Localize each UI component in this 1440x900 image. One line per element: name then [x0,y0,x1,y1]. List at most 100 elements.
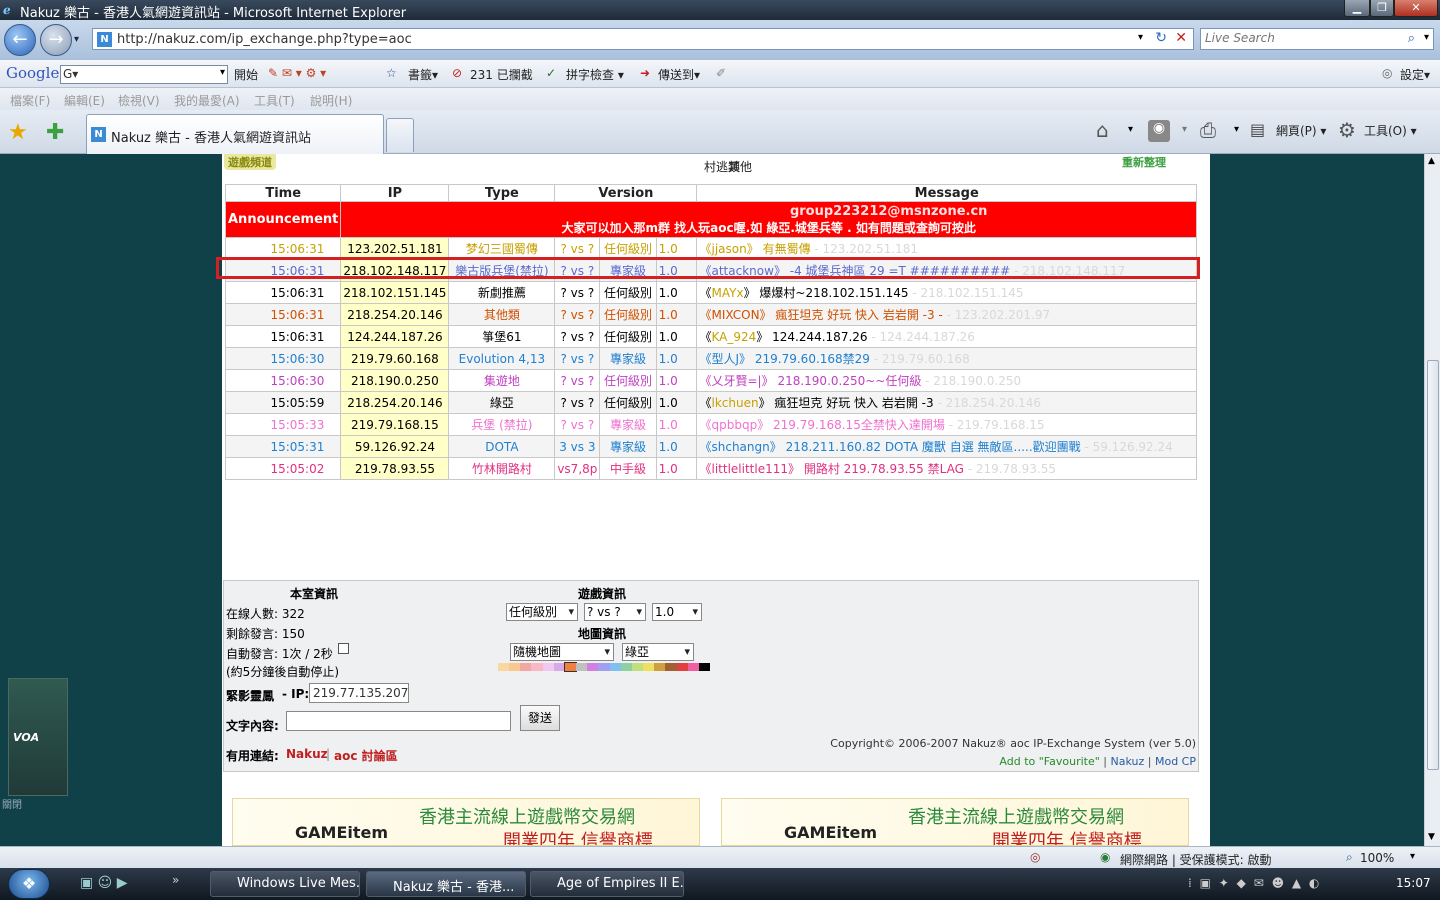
row-user[interactable]: MAYx [712,286,744,300]
page-menu-button[interactable]: 網頁(P) ▾ [1276,122,1326,139]
row-message[interactable]: 《MIXCON》 瘋狂坦克 好玩 快入 岩岩開 -3 - - 123.202.2… [696,303,1197,326]
palette-swatch[interactable] [609,663,621,671]
task-ie-nakuz[interactable]: Nakuz 樂古 - 香港... [366,871,526,897]
palette-swatch[interactable] [520,663,532,671]
row-message[interactable]: 《KA_924》 124.244.187.26 - 124.244.187.26 [696,325,1197,348]
scroll-thumb[interactable] [1427,360,1439,770]
menu-favorites[interactable]: 我的最愛(A) [174,92,240,109]
start-button[interactable]: ❖ [8,869,50,899]
palette-swatch[interactable] [587,663,599,671]
menu-view[interactable]: 檢視(V) [118,92,160,109]
message-input[interactable] [286,711,511,731]
row-user[interactable]: 乂牙賢=| [712,374,762,388]
palette-swatch[interactable] [665,663,677,671]
menu-edit[interactable]: 編輯(E) [64,92,105,109]
home-dropdown-icon[interactable]: ▾ [1128,124,1133,135]
table-row[interactable]: 15:05:33 219.79.168.15 兵堡 (禁拉)? vs ? 專家級 1.0… [224,413,1197,436]
side-ad-close[interactable]: 關閉 [2,796,22,811]
back-button[interactable]: ← [4,24,36,56]
refresh-icon[interactable]: ↻ [1155,30,1167,46]
history-dropdown-icon[interactable]: ▾ [74,34,79,45]
palette-swatch[interactable] [598,663,610,671]
google-search-field[interactable]: G▾ ▾ [60,65,228,84]
row-user[interactable]: KA_924 [712,330,757,344]
close-button[interactable]: ✕ [1394,0,1438,17]
table-row[interactable]: 15:06:31 218.254.20.146 其他類? vs ? 任何級別 1.0 《M… [224,303,1197,326]
category-other[interactable]: 其他 [728,158,752,175]
scroll-down-icon[interactable]: ▼ [1428,832,1435,842]
new-tab-button[interactable] [386,118,414,152]
palette-swatch[interactable] [687,663,699,671]
task-age-of-empires[interactable]: Age of Empires II E... [530,871,684,897]
live-search-box[interactable]: ⌕ ▾ [1200,28,1434,50]
row-message[interactable]: 《littlelittle111》 開路村 219.78.93.55 禁LAG … [696,457,1197,480]
rss-feed-icon[interactable]: ◉ [1148,120,1170,142]
palette-swatch[interactable] [542,663,554,671]
row-message[interactable]: 《qpbbqp》 219.79.168.15全禁快入達開場 - 219.79.1… [696,413,1197,436]
palette-swatch[interactable] [563,662,578,672]
row-message[interactable]: 《乂牙賢=|》 218.190.0.250~~任何級 - 218.190.0.2… [696,369,1197,392]
send-button[interactable]: 發送 [520,705,560,731]
auto-post-checkbox[interactable] [338,643,349,654]
side-ad-image[interactable]: VOA [8,678,68,796]
announcement-text[interactable]: 大家可以加入那m群 找人玩aoc喔.如 綠亞.城堡兵等 . 如有問題或查詢可按此 [343,220,1194,236]
banner-ad-right[interactable]: GAMEitem 香港主流線上遊戲幣交易網 開業四年 信譽商標 [721,798,1189,846]
popup-blocked-count[interactable]: 231 已攔截 [470,66,533,83]
rss-dropdown-icon[interactable]: ▾ [1182,124,1187,135]
palette-swatch[interactable] [631,663,644,671]
palette-swatch[interactable] [654,663,666,671]
row-user[interactable]: lkchuen [712,396,759,410]
clock[interactable]: 15:07 [1396,876,1431,890]
palette-swatch[interactable] [643,663,655,671]
banner-ad-left[interactable]: GAMEitem 香港主流線上遊戲幣交易網 開業四年 信譽商標 [232,798,700,846]
level-select[interactable]: 任何級別 [506,603,578,621]
privacy-icon[interactable]: ◎ [1030,850,1040,864]
palette-swatch[interactable] [531,663,543,671]
version-select[interactable]: 1.0 [652,603,702,621]
row-message[interactable]: 《MAYx》 爆爆村~218.102.151.145 - 218.102.151… [696,281,1197,304]
menu-help[interactable]: 說明(H) [310,92,352,109]
palette-swatch[interactable] [509,663,521,671]
link-aoc-forum[interactable]: aoc 討論區 [334,747,398,764]
favorites-center-icon[interactable]: ★ [8,120,28,145]
table-row[interactable]: 15:05:02 219.78.93.55 竹林開路村 vs7,8p 中手級 1.0 《li… [224,457,1197,480]
nakuz-link[interactable]: Nakuz [1111,755,1145,768]
row-message[interactable]: 《lkchuen》 瘋狂坦克 好玩 快入 岩岩開 -3 - 218.254.20… [696,391,1197,414]
row-user[interactable]: attacknow [712,264,774,278]
task-windows-live[interactable]: Windows Live Mes... [210,871,360,897]
add-favourite-link[interactable]: Add to "Favourite" [999,755,1099,768]
ip-input[interactable]: 219.77.135.207 [309,683,409,703]
google-dropdown-icon[interactable]: ▾ [220,67,225,78]
row-user[interactable]: littlelittle111 [712,462,789,476]
toolbar-icons-group[interactable]: ✎ ✉ ▾ ⚙ ▾ [268,66,326,80]
row-message[interactable]: 《attacknow》 -4 城堡兵神區 29 =T ########## - … [696,259,1197,282]
send-to-button[interactable]: 傳送到▾ [658,66,700,83]
announcement-email[interactable]: group223212@msnzone.cn [343,204,1194,220]
menu-file[interactable]: 檔案(F) [10,92,50,109]
map-type-select[interactable]: 綠亞 [622,643,694,661]
search-dropdown-icon[interactable]: ▾ [1424,32,1429,43]
tab-nakuz[interactable]: N Nakuz 樂古 - 香港人氣網遊資訊站 [86,114,384,154]
announcement-content[interactable]: group223212@msnzone.cn 大家可以加入那m群 找人玩aoc喔… [340,201,1197,238]
palette-swatch[interactable] [698,663,710,671]
row-message[interactable]: 《型人J》 219.79.60.168禁29 - 219.79.60.168 [696,347,1197,370]
vs-select[interactable]: ? vs ? [584,603,646,621]
row-user[interactable]: jjason [712,242,747,256]
address-bar[interactable]: N http://nakuz.com/ip_exchange.php?type=… [92,28,1194,50]
row-message[interactable]: 《jjason》 有無蜀傳 - 123.202.51.181 [696,237,1197,260]
spellcheck-button[interactable]: 拼字檢查 ▾ [566,66,624,83]
quicklaunch-more-icon[interactable]: » [172,873,179,887]
row-user[interactable]: shchangn [712,440,770,454]
color-palette[interactable] [498,662,710,672]
palette-swatch[interactable] [676,663,688,671]
table-row[interactable]: 15:05:59 218.254.20.146 綠亞? vs ? 任何級別 1.0 《lk… [224,391,1197,414]
palette-swatch[interactable] [576,663,588,671]
minimize-button[interactable]: ▁ [1344,0,1370,17]
refresh-link[interactable]: 重新整理 [1122,154,1166,170]
address-dropdown-icon[interactable]: ▾ [1138,32,1143,43]
table-row[interactable]: 15:06:31 124.244.187.26 箏堡61? vs ? 任何級別 1.0 《… [224,325,1197,348]
live-search-input[interactable] [1205,31,1405,45]
palette-swatch[interactable] [620,663,632,671]
game-channel-tab[interactable]: 遊戲頻道 [224,154,276,170]
bookmark-star-icon[interactable]: ☆ [386,66,397,80]
